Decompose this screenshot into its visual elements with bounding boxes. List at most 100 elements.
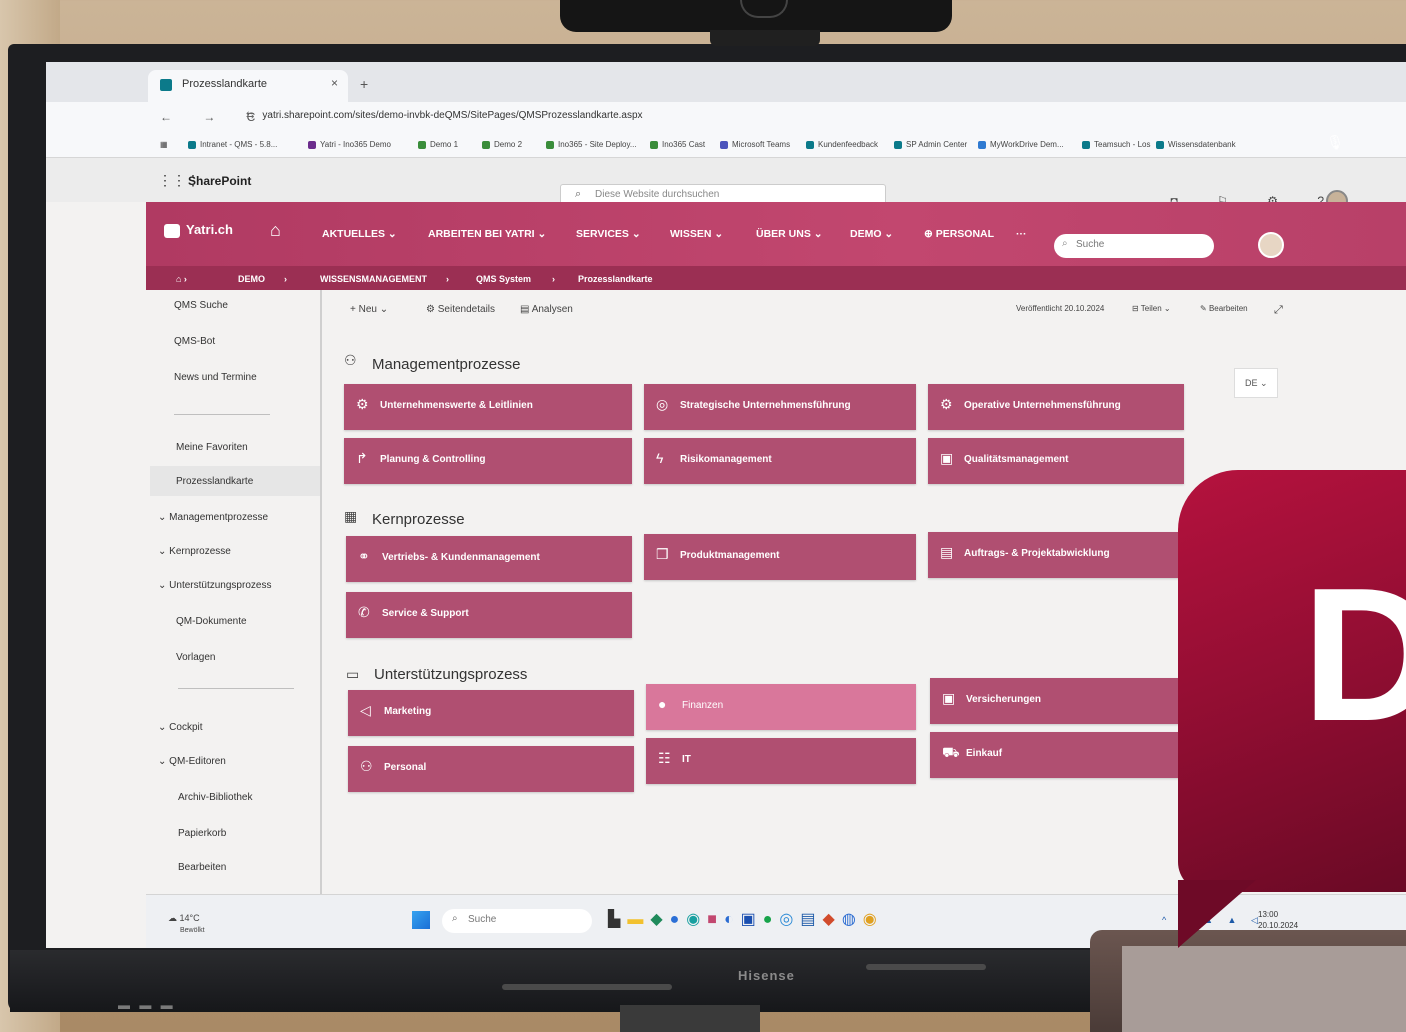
leftnav-item[interactable]: Meine Favoriten xyxy=(176,442,248,453)
search-icon: ⌕ xyxy=(1062,238,1068,249)
leftnav-item-expandable[interactable]: ⌄ Kernprozesse xyxy=(158,546,231,557)
tile-versicherungen[interactable]: ▣ Versicherungen xyxy=(930,678,1186,724)
tile-einkauf[interactable]: ⛟ Einkauf xyxy=(930,732,1186,778)
analytics-button[interactable]: ▤ Analysen xyxy=(520,304,573,315)
nav-aktuelles[interactable]: AKTUELLES ⌄ xyxy=(322,228,397,240)
site-logo[interactable]: Yatri.ch xyxy=(164,222,233,238)
support-icon: ✆ xyxy=(358,604,370,620)
tile-unternehmenswerte[interactable]: ⚙ Unternehmenswerte & Leitlinien xyxy=(344,384,632,430)
stylus-pen xyxy=(866,964,986,970)
weather-widget[interactable]: ☁ 14°C Bewölkt xyxy=(168,913,205,934)
tile-strategische-fuehrung[interactable]: ◎ Strategische Unternehmensführung xyxy=(644,384,916,430)
bookmark[interactable]: Teamsuch - Los xyxy=(1082,140,1150,149)
tile-produktmanagement[interactable]: ❒ Produktmanagement xyxy=(644,534,916,580)
share-button[interactable]: ⊟ Teilen ⌄ xyxy=(1132,304,1171,313)
site-info-icon[interactable]: ⇆ xyxy=(246,110,254,121)
tile-qualitaetsmanagement[interactable]: ▣ Qualitätsmanagement xyxy=(928,438,1184,484)
tile-risikomanagement[interactable]: ϟ Risikomanagement xyxy=(644,438,916,484)
webcam-mount xyxy=(710,30,820,46)
leftnav-item-expandable[interactable]: ⌄ QM-Editoren xyxy=(158,756,226,767)
address-bar: ← → C ⇆ yatri.sharepoint.com/sites/demo-i… xyxy=(46,102,1406,132)
breadcrumb-item[interactable]: WISSENSMANAGEMENT xyxy=(320,274,427,284)
leftnav-item-expandable[interactable]: ⌄ Cockpit xyxy=(158,722,203,733)
tile-finanzen[interactable]: ● Finanzen xyxy=(646,684,916,730)
chart-icon: ▤ xyxy=(520,304,532,315)
expand-icon[interactable]: ⤢ xyxy=(1274,304,1283,317)
lock-icon: ⊕ xyxy=(924,228,936,240)
nav-more[interactable]: ··· xyxy=(1016,228,1027,240)
new-tab-button[interactable]: + xyxy=(360,76,368,92)
leftnav-item-expandable[interactable]: ⌄ Managementprozesse xyxy=(158,512,268,523)
leftnav-item[interactable]: QMS Suche xyxy=(174,300,228,311)
leftnav-item[interactable]: Archiv-Bibliothek xyxy=(178,792,252,803)
breadcrumb-item[interactable]: DEMO xyxy=(238,274,265,284)
bookmark[interactable]: Demo 1 xyxy=(418,140,458,149)
leftnav-item[interactable]: News und Termine xyxy=(174,372,257,383)
bookmark[interactable]: Demo 2 xyxy=(482,140,522,149)
pencil-icon: ✎ xyxy=(1200,304,1209,313)
megaphone-icon: ◁ xyxy=(360,702,371,718)
leftnav-item[interactable]: Papierkorb xyxy=(178,828,226,839)
bookmark[interactable]: Intranet - QMS - 5.8... xyxy=(188,140,277,149)
leftnav-item[interactable]: Vorlagen xyxy=(176,652,215,663)
site-user-avatar[interactable] xyxy=(1258,232,1284,258)
nav-personal[interactable]: ⊕ PERSONAL xyxy=(924,228,994,240)
taskbar-search[interactable]: ⌕ Suche xyxy=(442,909,592,933)
taskbar-clock[interactable]: 13:00 20.10.2024 xyxy=(1258,909,1298,931)
microphone-icon: 🎙 xyxy=(1326,134,1344,150)
project-icon: ▤ xyxy=(940,544,954,560)
breadcrumb-item[interactable]: QMS System xyxy=(476,274,531,284)
bookmark[interactable]: Ino365 - Site Deploy... xyxy=(546,140,637,149)
url-text: yatri.sharepoint.com/sites/demo-invbk-de… xyxy=(262,110,643,121)
nav-demo[interactable]: DEMO ⌄ xyxy=(850,228,893,240)
leftnav-item-expandable[interactable]: ⌄ Unterstützungsprozess xyxy=(158,580,271,591)
divider xyxy=(174,414,270,415)
nav-ueber-uns[interactable]: ÜBER UNS ⌄ xyxy=(756,228,823,240)
certificate-icon: ▣ xyxy=(940,450,954,466)
site-header-search[interactable]: ⌕ Suche xyxy=(1054,234,1214,258)
leftnav-item-selected[interactable]: Prozesslandkarte xyxy=(176,476,253,487)
apps-grid-icon[interactable]: ▦ xyxy=(160,140,168,149)
taskbar-app-icons[interactable]: ▙▬◆●◉■◐▣●◎▤◆◍◉ xyxy=(608,909,884,929)
tile-planung-controlling[interactable]: ↱ Planung & Controlling xyxy=(344,438,632,484)
sharepoint-title[interactable]: SharePoint xyxy=(188,174,251,188)
nav-arbeiten-bei-yatri[interactable]: ARBEITEN BEI YATRI ⌄ xyxy=(428,228,546,240)
new-button[interactable]: + Neu ⌄ xyxy=(350,304,388,315)
bookmark[interactable]: SP Admin Center xyxy=(894,140,967,149)
breadcrumb-item[interactable]: Prozesslandkarte xyxy=(578,274,653,284)
nav-wissen[interactable]: WISSEN ⌄ xyxy=(670,228,723,240)
url-field[interactable]: ⇆ yatri.sharepoint.com/sites/demo-invbk-d… xyxy=(246,110,643,121)
tile-marketing[interactable]: ◁ Marketing xyxy=(348,690,634,736)
tile-operative-fuehrung[interactable]: ⚙ Operative Unternehmensführung xyxy=(928,384,1184,430)
edit-button[interactable]: ✎ Bearbeiten xyxy=(1200,304,1248,313)
leftnav-item[interactable]: QM-Dokumente xyxy=(176,616,247,627)
language-selector[interactable]: DE ⌄ xyxy=(1234,368,1278,398)
tile-personal[interactable]: ⚇ Personal xyxy=(348,746,634,792)
browser-tab[interactable]: Prozesslandkarte × xyxy=(148,70,348,102)
tile-service-support[interactable]: ✆ Service & Support xyxy=(346,592,632,638)
bookmark[interactable]: Yatri - Ino365 Demo xyxy=(308,140,391,149)
section-title-core: Kernprozesse xyxy=(372,511,465,528)
site-header: Yatri.ch ⌂ AKTUELLES ⌄ ARBEITEN BEI YATR… xyxy=(146,202,1406,266)
nav-services[interactable]: SERVICES ⌄ xyxy=(576,228,641,240)
bookmark[interactable]: Kundenfeedback xyxy=(806,140,878,149)
close-tab-icon[interactable]: × xyxy=(331,76,338,90)
logo-icon xyxy=(164,223,180,238)
bookmarks-bar: ▦ Intranet - QMS - 5.8... Yatri - Ino365… xyxy=(46,132,1406,158)
home-icon[interactable]: ⌂ xyxy=(270,220,281,241)
bookmark[interactable]: MyWorkDrive Dem... xyxy=(978,140,1064,149)
tile-vertrieb-kunden[interactable]: ⚭ Vertriebs- & Kundenmanagement xyxy=(346,536,632,582)
breadcrumb-separator: › xyxy=(446,274,449,284)
windows-start-icon[interactable] xyxy=(412,911,430,929)
leftnav-item[interactable]: QMS-Bot xyxy=(174,336,215,347)
breadcrumb-home-icon[interactable]: ⌂ › xyxy=(176,274,187,284)
bookmark[interactable]: Wissensdatenbank xyxy=(1156,140,1236,149)
search-icon: ⌕ xyxy=(452,913,458,924)
page-details-button[interactable]: ⚙ Seitendetails xyxy=(426,304,495,315)
tile-it[interactable]: ☷ IT xyxy=(646,738,916,784)
bookmark[interactable]: Microsoft Teams xyxy=(720,140,790,149)
tile-auftrag-projekt[interactable]: ▤ Auftrags- & Projektabwicklung xyxy=(928,532,1186,578)
leftnav-item[interactable]: Bearbeiten xyxy=(178,862,226,873)
bookmark[interactable]: Ino365 Cast xyxy=(650,140,705,149)
search-icon: ⌕ xyxy=(575,188,582,200)
